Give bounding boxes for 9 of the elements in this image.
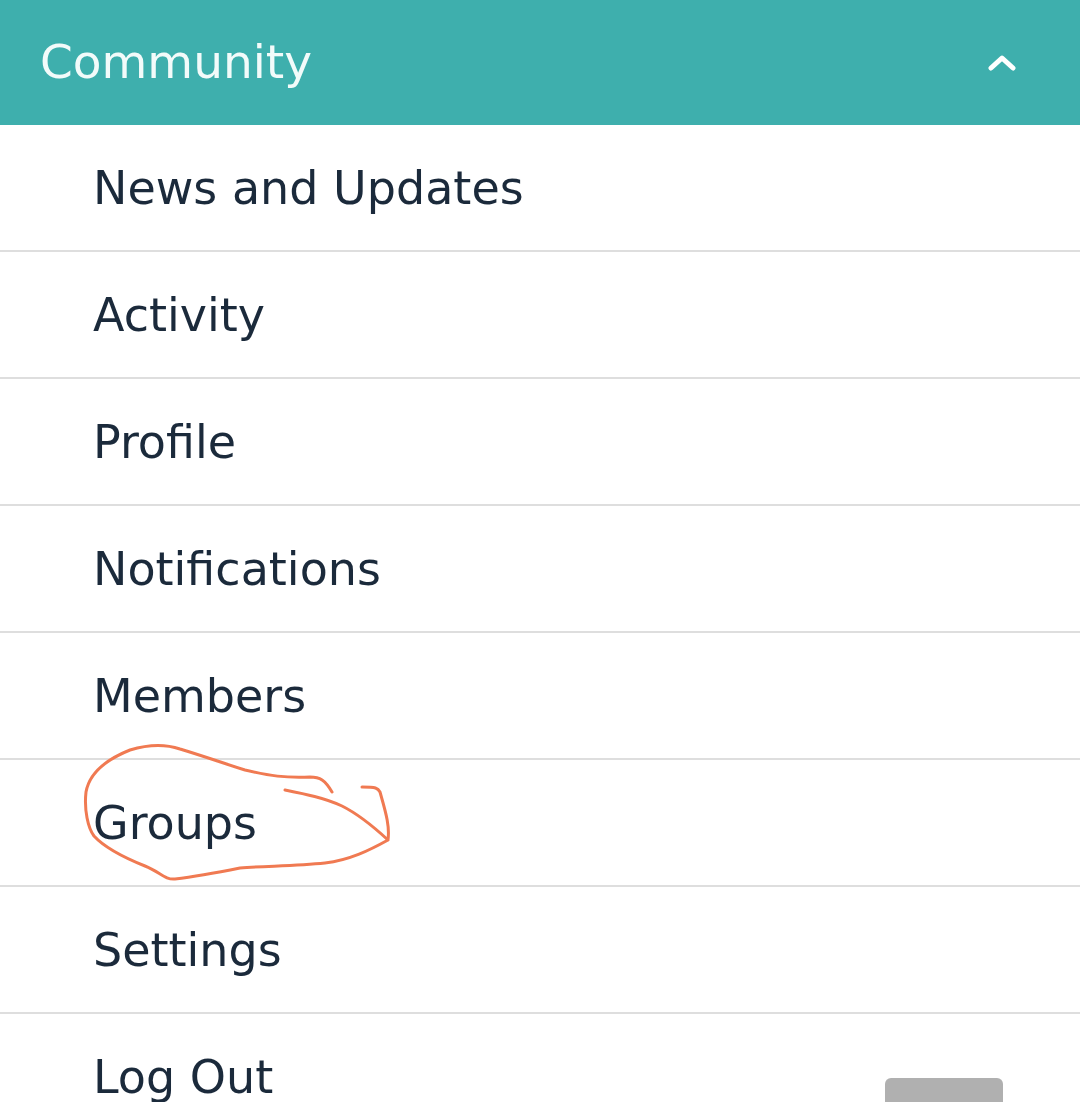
menu-item[interactable]: Log Out (93, 1049, 274, 1102)
menu-item[interactable]: Notifications (93, 541, 381, 596)
floating-button[interactable] (885, 1078, 1003, 1102)
menu-item[interactable]: Members (93, 668, 307, 723)
menu-item[interactable]: News and Updates (93, 160, 524, 215)
menu-item[interactable]: Settings (93, 922, 282, 977)
menu-item[interactable]: Profile (93, 414, 237, 469)
menu-item[interactable]: Activity (93, 287, 266, 342)
menu-item[interactable]: Groups (93, 795, 257, 850)
